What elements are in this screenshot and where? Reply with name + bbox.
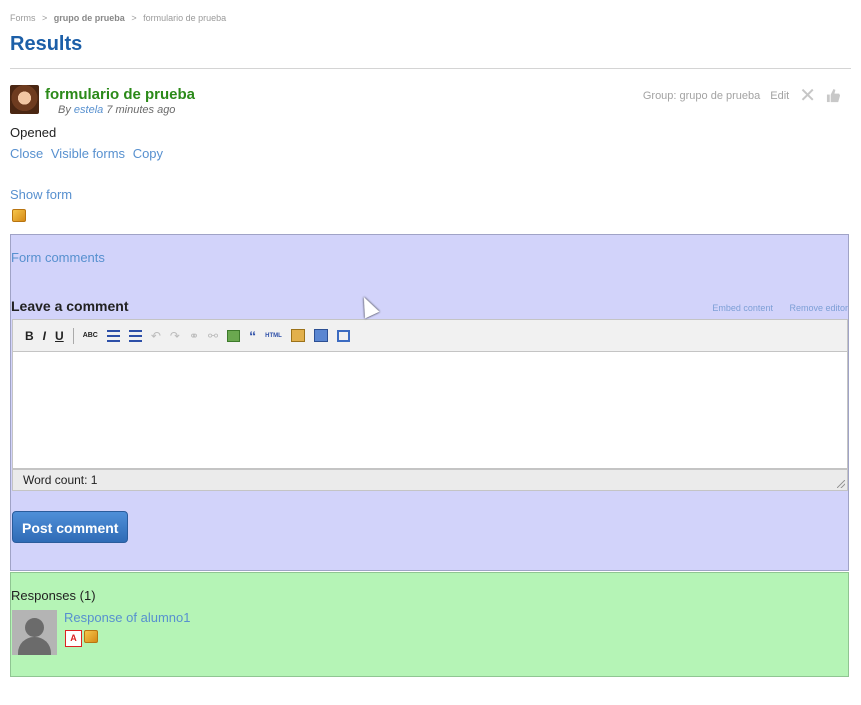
form-file-icon[interactable] bbox=[12, 209, 26, 222]
insert-image-icon[interactable] bbox=[227, 329, 241, 342]
responder-avatar[interactable] bbox=[12, 610, 57, 655]
redo-icon[interactable]: ↷ bbox=[170, 329, 180, 343]
byline-prefix: By bbox=[58, 104, 71, 116]
blockquote-button[interactable]: “ bbox=[249, 328, 256, 344]
word-count: Word count: 1 bbox=[23, 473, 98, 487]
breadcrumb-separator: > bbox=[131, 13, 137, 23]
breadcrumb-item-forms[interactable]: Forms bbox=[10, 13, 36, 23]
group-label: Group: grupo de prueba bbox=[642, 89, 761, 102]
byline: By estela 7 minutes ago bbox=[58, 104, 175, 116]
responses-heading: Responses (1) bbox=[11, 588, 96, 603]
editor-status-bar: Word count: 1 bbox=[12, 469, 848, 491]
breadcrumb-separator: > bbox=[42, 13, 48, 23]
embed-content-link[interactable]: Embed content bbox=[712, 303, 773, 313]
close-link[interactable]: Close bbox=[10, 146, 43, 161]
bold-button[interactable]: B bbox=[25, 329, 34, 343]
page-title: Results bbox=[10, 33, 83, 55]
form-comments-link[interactable]: Form comments bbox=[11, 250, 105, 265]
editor-toolbar: B I U ABC ↶ ↷ ⚭ ⚯ “ HTML bbox=[12, 319, 848, 352]
spellcheck-button[interactable]: ABC bbox=[83, 332, 98, 339]
response-attachments: A bbox=[65, 630, 98, 647]
html-button[interactable]: HTML bbox=[265, 333, 282, 339]
response-link[interactable]: Response of alumno1 bbox=[64, 610, 190, 625]
owner-avatar[interactable] bbox=[10, 85, 39, 114]
post-comment-button[interactable]: Post comment bbox=[12, 511, 129, 543]
response-file-icon[interactable] bbox=[84, 630, 98, 643]
delete-icon[interactable]: ✕ bbox=[799, 86, 816, 106]
comment-editor[interactable] bbox=[12, 352, 848, 469]
avatar-body bbox=[18, 637, 51, 655]
breadcrumb: Forms > grupo de prueba > formulario de … bbox=[10, 13, 226, 23]
responses-section: Responses (1) Response of alumno1 A bbox=[10, 572, 849, 677]
bullet-list-icon[interactable] bbox=[106, 329, 120, 342]
paste-word-icon[interactable] bbox=[313, 329, 328, 342]
thumbs-up-icon[interactable] bbox=[826, 88, 841, 103]
title-divider bbox=[10, 68, 851, 69]
copy-link[interactable]: Copy bbox=[133, 146, 163, 161]
editor-links: Embed content Remove editor bbox=[698, 303, 848, 313]
edit-link[interactable]: Edit bbox=[770, 90, 789, 102]
show-form-link[interactable]: Show form bbox=[10, 187, 72, 202]
visible-forms-link[interactable]: Visible forms bbox=[51, 146, 125, 161]
form-actions: Close Visible forms Copy bbox=[10, 146, 167, 161]
pdf-icon[interactable]: A bbox=[65, 630, 82, 647]
link-icon[interactable]: ⚭ bbox=[189, 329, 199, 343]
timestamp: 7 minutes ago bbox=[106, 104, 176, 116]
unlink-icon[interactable]: ⚯ bbox=[208, 329, 218, 343]
form-title-link[interactable]: formulario de prueba bbox=[45, 86, 195, 103]
author-link[interactable]: estela bbox=[74, 104, 103, 116]
italic-button[interactable]: I bbox=[43, 329, 46, 343]
form-status: Opened bbox=[10, 125, 57, 140]
avatar-head bbox=[25, 618, 44, 637]
fullscreen-icon[interactable] bbox=[336, 329, 350, 342]
undo-icon[interactable]: ↶ bbox=[151, 329, 161, 343]
numbered-list-icon[interactable] bbox=[128, 329, 142, 342]
remove-editor-link[interactable]: Remove editor bbox=[789, 303, 848, 313]
comments-section: Form comments Leave a comment Embed cont… bbox=[10, 234, 849, 571]
toolbar-separator bbox=[72, 327, 74, 344]
underline-button[interactable]: U bbox=[55, 329, 64, 343]
leave-comment-heading: Leave a comment bbox=[11, 298, 129, 314]
paste-text-icon[interactable] bbox=[290, 329, 305, 342]
item-meta: Group: grupo de prueba Edit ✕ bbox=[642, 86, 841, 106]
resize-handle-icon[interactable] bbox=[837, 480, 845, 488]
breadcrumb-item-group[interactable]: grupo de prueba bbox=[54, 13, 125, 23]
breadcrumb-item-form: formulario de prueba bbox=[143, 13, 227, 23]
